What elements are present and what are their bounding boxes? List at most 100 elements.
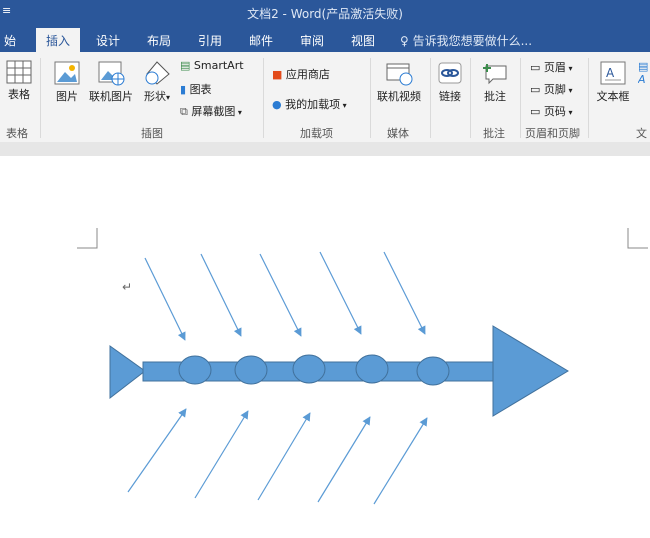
document-page[interactable]: ↵ xyxy=(0,156,650,534)
ribbon-bottom-strip xyxy=(0,142,650,156)
separator xyxy=(470,58,471,138)
window-title: 文档2 - Word(产品激活失败) xyxy=(247,7,403,21)
picture-label: 图片 xyxy=(56,90,78,103)
app-store-button[interactable]: ■ 应用商店 xyxy=(272,66,330,82)
wordart-icon[interactable]: ▤ A xyxy=(638,60,650,86)
lightbulb-icon: ♀ xyxy=(400,34,413,48)
group-tables-label: 表格 xyxy=(6,127,28,140)
spine-tail-triangle[interactable] xyxy=(109,345,146,400)
tell-me-box[interactable]: ♀ 告诉我您想要做什么... xyxy=(400,32,532,49)
fishbone-spine[interactable] xyxy=(109,325,569,417)
my-addins-label: 我的加载项 xyxy=(285,98,341,111)
group-illustrations-label: 插图 xyxy=(141,127,163,140)
screenshot-button[interactable]: ⧉ 屏幕截图 ▾ xyxy=(180,103,242,119)
spine-arrow-head[interactable] xyxy=(492,325,569,417)
spine-node[interactable] xyxy=(355,354,389,384)
smartart-button[interactable]: ▤ SmartArt xyxy=(180,59,244,72)
separator xyxy=(588,58,589,138)
tab-review[interactable]: 审阅 xyxy=(300,32,324,49)
group-header-footer-label: 页眉和页脚 xyxy=(525,127,580,140)
arrow-line[interactable] xyxy=(259,253,302,337)
tab-references[interactable]: 引用 xyxy=(198,32,222,49)
spine-node[interactable] xyxy=(292,354,326,384)
page-number-icon: ▭ xyxy=(530,105,541,118)
link-label: 链接 xyxy=(439,90,461,103)
tab-layout[interactable]: 布局 xyxy=(147,32,171,49)
tell-me-text: 告诉我您想要做什么... xyxy=(412,34,533,48)
tab-insert[interactable]: 插入 xyxy=(36,28,81,52)
chart-icon: ▮ xyxy=(180,83,187,96)
group-comments-label: 批注 xyxy=(483,127,505,140)
table-button[interactable]: 表格 xyxy=(4,60,34,102)
footer-button[interactable]: ▭ 页脚 ▾ xyxy=(530,81,572,97)
footer-icon: ▭ xyxy=(530,83,541,96)
header-label: 页眉 xyxy=(543,61,566,74)
textbox-icon: A xyxy=(600,61,626,85)
smartart-icon: ▤ xyxy=(180,59,191,72)
online-picture-icon xyxy=(98,61,125,86)
table-label: 表格 xyxy=(8,88,30,101)
online-picture-button[interactable]: 联机图片 xyxy=(86,60,136,104)
link-button[interactable]: 链接 xyxy=(434,60,466,104)
textbox-button[interactable]: A 文本框 xyxy=(593,60,633,104)
arrow-line[interactable] xyxy=(144,257,186,341)
my-addins-button[interactable]: ● 我的加载项 ▾ xyxy=(272,96,347,112)
upper-arrows xyxy=(144,251,426,341)
svg-text:A: A xyxy=(606,66,615,80)
arrow-line[interactable] xyxy=(317,416,371,503)
spine-node[interactable] xyxy=(234,355,268,385)
spine-node[interactable] xyxy=(416,356,450,386)
separator xyxy=(520,58,521,138)
arrow-line[interactable] xyxy=(373,417,428,505)
chart-label: 图表 xyxy=(189,83,212,96)
shapes-button[interactable]: 形状▾ xyxy=(140,60,174,104)
online-video-label: 联机视频 xyxy=(377,90,421,103)
arrow-line[interactable] xyxy=(127,408,187,493)
screenshot-label: 屏幕截图 xyxy=(191,105,236,118)
title-bar: ≡ 文档2 - Word(产品激活失败) xyxy=(0,0,650,26)
screenshot-icon: ⧉ xyxy=(180,105,188,118)
arrow-line[interactable] xyxy=(383,251,426,335)
picture-button[interactable]: 图片 xyxy=(50,60,84,104)
chart-button[interactable]: ▮ 图表 xyxy=(180,81,212,97)
video-icon xyxy=(386,63,413,86)
page-number-button[interactable]: ▭ 页码 ▾ xyxy=(530,103,572,119)
online-video-button[interactable]: 联机视频 xyxy=(374,60,424,104)
margin-corner-right xyxy=(627,228,648,249)
group-text-label: 文 xyxy=(636,127,647,140)
group-addins-label: 加载项 xyxy=(300,127,333,140)
link-icon xyxy=(438,62,462,84)
store-icon: ■ xyxy=(272,68,283,81)
shapes-icon xyxy=(145,61,170,85)
separator xyxy=(263,58,264,138)
table-icon xyxy=(6,60,32,84)
arrow-line[interactable] xyxy=(200,253,242,337)
group-media-label: 媒体 xyxy=(387,127,409,140)
spine-node[interactable] xyxy=(178,355,212,385)
addins-icon: ● xyxy=(272,98,282,111)
shapes-label: 形状 xyxy=(143,90,166,103)
online-picture-label: 联机图片 xyxy=(89,90,133,103)
tab-home[interactable]: 始 xyxy=(4,32,16,49)
picture-icon xyxy=(54,61,80,85)
lower-arrows xyxy=(127,408,428,505)
document-canvas: ↵ xyxy=(77,228,648,505)
separator xyxy=(40,58,41,138)
ribbon-tabs: 始 插入 设计 布局 引用 邮件 审阅 视图 ♀ 告诉我您想要做什么... xyxy=(0,26,650,52)
comment-label: 批注 xyxy=(484,90,506,103)
header-icon: ▭ xyxy=(530,61,541,74)
margin-corner-left xyxy=(77,228,98,249)
separator xyxy=(430,58,431,138)
tab-view[interactable]: 视图 xyxy=(351,32,375,49)
tab-design[interactable]: 设计 xyxy=(96,32,120,49)
arrow-line[interactable] xyxy=(319,251,362,335)
tab-mailings[interactable]: 邮件 xyxy=(249,32,273,49)
arrow-line[interactable] xyxy=(194,410,249,499)
textbox-label: 文本框 xyxy=(596,90,630,103)
comment-button[interactable]: 批注 xyxy=(478,60,512,104)
comment-icon xyxy=(483,64,507,85)
arrow-line[interactable] xyxy=(257,412,311,501)
page-number-label: 页码 xyxy=(543,105,566,118)
header-button[interactable]: ▭ 页眉 ▾ xyxy=(530,59,572,75)
separator xyxy=(370,58,371,138)
